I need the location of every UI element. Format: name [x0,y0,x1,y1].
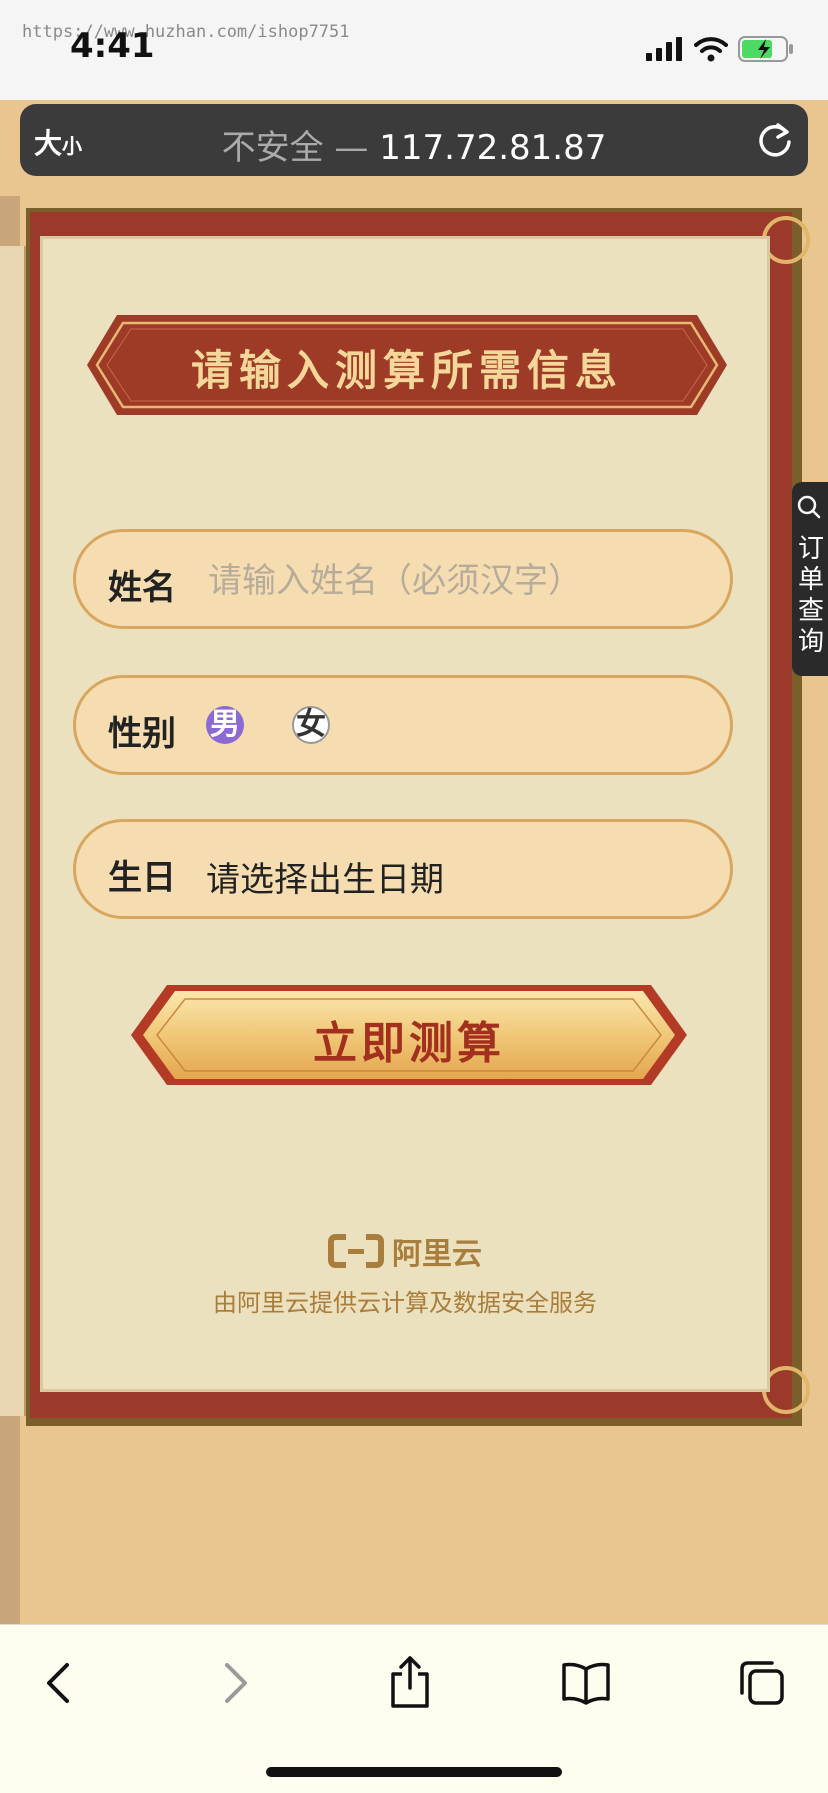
aliyun-brand: 阿里云 [392,1237,482,1272]
status-icons [646,36,794,62]
battery-charging-icon [738,36,793,62]
forward-button[interactable] [206,1653,266,1713]
submit-button[interactable]: 立即测算 [131,985,687,1085]
search-icon [797,495,821,519]
insecure-label: 不安全 — [221,128,380,168]
aliyun-icon [328,1234,384,1268]
order-query-tab[interactable]: 订单查询 [792,482,828,676]
name-label: 姓名 [108,568,176,608]
gender-female-option[interactable]: 女 [292,706,330,744]
name-input[interactable] [206,556,690,606]
home-indicator [266,1767,562,1777]
status-bar: https://www.huzhan.com/ishop7751 4:41 [0,0,828,100]
book-frame: 请输入测算所需信息 姓名 性别 男 女 生日 请选择出生日期 [26,208,810,1426]
cellular-signal-icon [646,37,682,61]
url-display[interactable]: 不安全 — 117.72.81.87 [20,120,808,169]
aliyun-logo: 阿里云 [328,1229,482,1273]
page-content: 请输入测算所需信息 姓名 性别 男 女 生日 请选择出生日期 [0,196,828,1624]
url-host: 117.72.81.87 [379,128,607,168]
chevron-right-icon [225,1663,247,1703]
order-query-label: 订单查询 [798,534,825,657]
back-button[interactable] [28,1653,88,1713]
gender-field: 性别 男 女 [73,675,733,775]
book-page: 请输入测算所需信息 姓名 性别 男 女 生日 请选择出生日期 [40,236,770,1392]
aliyun-note: 由阿里云提供云计算及数据安全服务 [213,1289,597,1317]
browser-toolbar [0,1624,828,1793]
reload-icon[interactable] [756,120,794,164]
gender-label: 性别 [108,714,176,754]
chevron-left-icon [47,1663,69,1703]
name-field[interactable]: 姓名 [73,529,733,629]
title-plaque: 请输入测算所需信息 [87,315,727,415]
share-button[interactable] [380,1653,440,1713]
book-icon [562,1662,610,1705]
bookmarks-button[interactable] [556,1653,616,1713]
birthday-label: 生日 [108,858,176,898]
submit-label: 立即测算 [313,1018,505,1069]
gender-male-option[interactable]: 男 [206,706,244,744]
share-icon [391,1656,429,1708]
status-time: 4:41 [70,26,155,66]
left-book-panel [0,246,26,1416]
form-title: 请输入测算所需信息 [190,346,623,395]
birthday-picker[interactable]: 请选择出生日期 [206,852,444,901]
wifi-icon [694,37,728,62]
address-bar[interactable]: 大小 不安全 — 117.72.81.87 [20,104,808,176]
tabs-button[interactable] [732,1653,792,1713]
birthday-field[interactable]: 生日 请选择出生日期 [73,819,733,919]
book-cover: 请输入测算所需信息 姓名 性别 男 女 生日 请选择出生日期 [30,212,810,1418]
tabs-icon [740,1661,784,1705]
